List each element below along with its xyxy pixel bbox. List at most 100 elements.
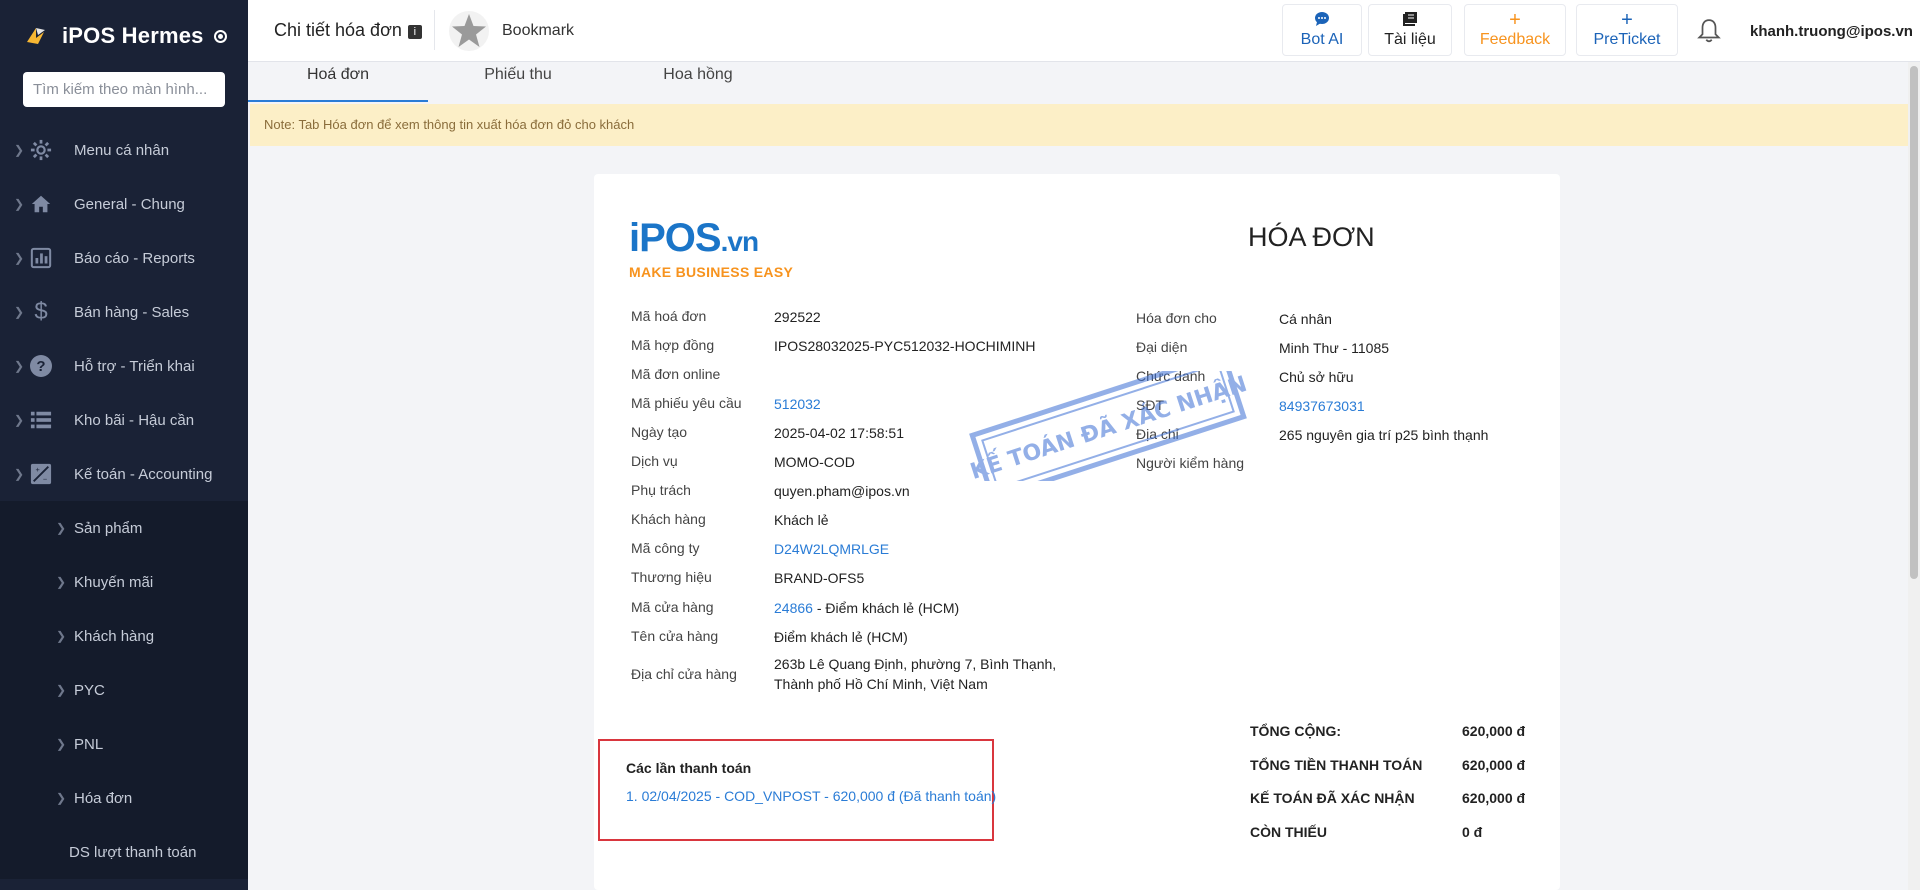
sidebar-item-label: DS lượt thanh toán [69,843,197,861]
info-icon[interactable]: i [407,25,422,39]
total-value: 620,000 đ [1462,790,1526,806]
sidebar-item-label: PNL [74,735,104,753]
note-banner: Note: Tab Hóa đơn để xem thông tin xuất … [250,104,1908,146]
stamp-icon: KẾ TOÁN ĐÃ XÁC NHẬN [966,371,1250,481]
plus-icon: + [1621,9,1633,31]
star-icon[interactable] [448,10,490,52]
store-id-link[interactable]: 24866 [774,600,813,616]
sidebar-subitem-pyc[interactable]: ❯ PYC [0,663,248,717]
radio-icon[interactable] [213,29,227,43]
chevron-right-icon: ❯ [14,467,25,481]
sidebar-item-label: Bán hàng - Sales [74,303,190,321]
tab-invoice[interactable]: Hoá đơn [248,62,428,102]
chevron-right-icon: ❯ [14,359,25,373]
gear-icon [29,138,53,162]
sidebar-item-label: Hóa đơn [74,789,133,807]
sidebar-item-menu-ca-nhan[interactable]: ❯ Menu cá nhân [0,123,248,177]
logo-suffix: .vn [720,226,759,257]
sidebar-subitem-promotions[interactable]: ❯ Khuyến mãi [0,555,248,609]
sidebar-menu: ❯ Menu cá nhân ❯ General - Chung ❯ Báo c… [0,123,248,879]
top-header: Chi tiết hóa đơn i Bookmark Bot AI Tài li… [248,0,1920,62]
field-label: Ngày tạo [631,424,688,440]
accounting-submenu: ❯ Sản phẩm ❯ Khuyến mãi ❯ Khách hàng ❯ P… [0,501,248,879]
address-value: 265 nguyên gia trí p25 bình thạnh [1279,427,1489,443]
representative-value: Minh Thư - 11085 [1279,340,1390,356]
payment-item-link[interactable]: 1. 02/04/2025 - COD_VNPOST - 620,000 đ (… [626,788,996,804]
field-label: Địa chỉ cửa hàng [631,666,737,682]
field-label: Mã phiếu yêu cầu [631,395,742,411]
field-label: Mã cửa hàng [631,599,714,615]
bookmark-label[interactable]: Bookmark [502,22,574,40]
brand-value: BRAND-OFS5 [774,570,865,586]
sidebar-subitem-products[interactable]: ❯ Sản phẩm [0,501,248,555]
company-id-link[interactable]: D24W2LQMRLGE [774,541,889,557]
sidebar-subitem-pnl[interactable]: ❯ PNL [0,717,248,771]
bell-icon[interactable] [1696,18,1722,44]
sidebar-subitem-customers[interactable]: ❯ Khách hàng [0,609,248,663]
chevron-right-icon: ❯ [56,629,67,643]
field-label: Tên cửa hàng [631,628,719,644]
tab-receipt[interactable]: Phiếu thu [428,62,608,102]
contract-id-value: IPOS28032025-PYC512032-HOCHIMINH [774,338,1036,354]
sidebar-item-general[interactable]: ❯ General - Chung [0,177,248,231]
accounting-icon: + − [29,462,53,486]
field-label: Đại diện [1136,339,1188,355]
logo-tagline: MAKE BUSINESS EASY [629,264,794,280]
invoice-id-value: 292522 [774,309,821,325]
field-label: Phụ trách [631,482,691,498]
total-value: 0 đ [1462,824,1483,840]
preticket-button[interactable]: + PreTicket [1576,4,1678,56]
sidebar-item-reports[interactable]: ❯ Báo cáo - Reports [0,231,248,285]
sidebar-item-warehouse[interactable]: ❯ Kho bãi - Hậu cần [0,393,248,447]
sidebar-item-label: Kế toán - Accounting [74,465,213,483]
chevron-right-icon: ❯ [14,251,25,265]
created-date-value: 2025-04-02 17:58:51 [774,425,904,441]
field-label: Mã đơn online [631,366,721,382]
request-id-link[interactable]: 512032 [774,396,821,412]
phone-link[interactable]: 84937673031 [1279,398,1365,414]
docs-button[interactable]: Tài liệu [1368,4,1452,56]
sidebar-item-label: Sản phẩm [74,519,143,537]
chevron-right-icon: ❯ [14,143,25,157]
invoice-title: HÓA ĐƠN [1248,222,1375,252]
svg-text:−: − [43,474,47,483]
book-icon [1402,11,1418,29]
svg-text:+: + [36,465,40,474]
store-address-line2: Thành phố Hồ Chí Minh, Việt Nam [774,676,988,692]
invoice-card: iPOS.vn MAKE BUSINESS EASY HÓA ĐƠN Mã ho… [594,174,1560,890]
user-email[interactable]: khanh.truong@ipos.vn [1750,23,1913,40]
feedback-button[interactable]: + Feedback [1464,4,1566,56]
chevron-right-icon: ❯ [56,791,67,805]
bot-ai-button[interactable]: Bot AI [1282,4,1362,56]
sidebar-item-label: Menu cá nhân [74,141,170,159]
chevron-right-icon: ❯ [56,521,67,535]
sidebar-item-accounting[interactable]: ❯ + − Kế toán - Accounting [0,447,248,501]
sidebar-subitem-payment-list[interactable]: DS lượt thanh toán [0,825,248,879]
sidebar-item-label: Báo cáo - Reports [74,249,195,267]
brand[interactable]: iPOS Hermes [0,0,248,72]
sidebar-item-label: Hỗ trợ - Triển khai [74,357,195,375]
sidebar-item-label: PYC [74,681,105,699]
chevron-right-icon: ❯ [56,683,67,697]
page-title: Chi tiết hóa đơn i [274,20,422,41]
field-label: Khách hàng [631,511,706,527]
field-label: Thương hiệu [631,569,712,585]
store-id-value: 24866 - Điểm khách lẻ (HCM) [774,600,959,616]
owner-value: quyen.pham@ipos.vn [774,483,910,499]
sidebar-item-label: Kho bãi - Hậu cần [74,411,195,429]
sidebar-item-sales[interactable]: ❯ $ Bán hàng - Sales [0,285,248,339]
field-label: Dịch vụ [631,453,678,469]
chevron-right-icon: ❯ [14,197,25,211]
sidebar-search-input[interactable] [23,72,225,107]
payments-title: Các lần thanh toán [626,760,752,776]
store-id-suffix: - Điểm khách lẻ (HCM) [812,600,960,616]
scrollbar-thumb[interactable] [1910,66,1918,579]
total-label: KẾ TOÁN ĐÃ XÁC NHẬN [1250,790,1415,806]
report-icon [29,246,53,270]
list-icon [29,408,53,432]
sidebar-item-support[interactable]: ❯ ? Hỗ trợ - Triển khai [0,339,248,393]
sidebar-subitem-invoices[interactable]: ❯ Hóa đơn [0,771,248,825]
total-label: CÒN THIẾU [1250,824,1327,840]
tab-commission[interactable]: Hoa hồng [608,62,788,102]
brand-name: iPOS Hermes [62,23,204,48]
